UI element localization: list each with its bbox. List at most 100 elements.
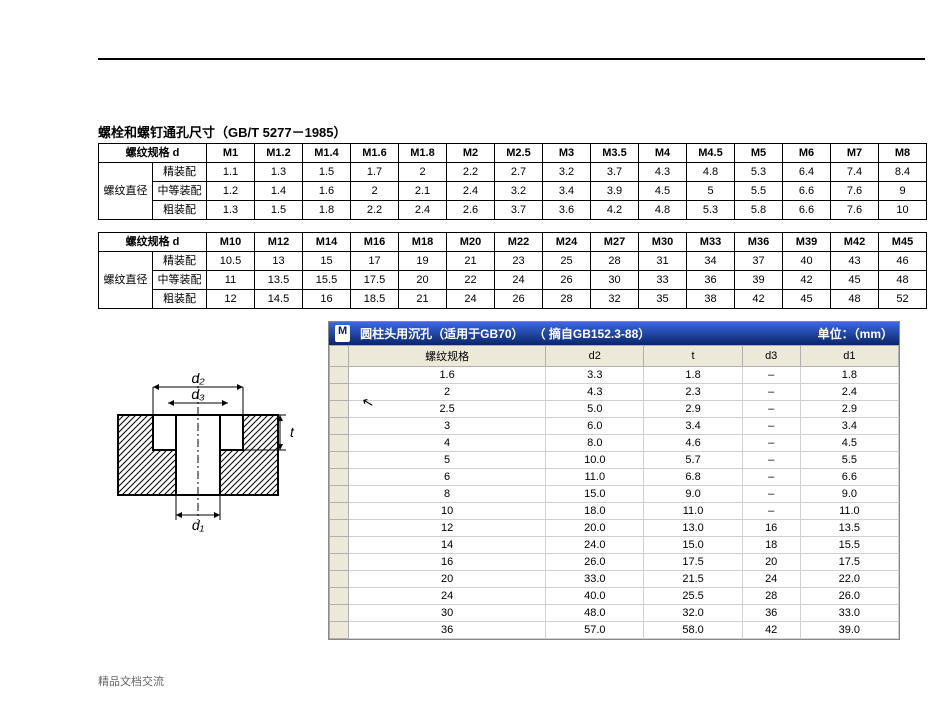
grid-cell: 58.0 (644, 622, 742, 639)
t2-head-label: 螺纹规格 d (99, 233, 207, 252)
t2-col: M12 (255, 233, 303, 252)
grid-cell: 6.8 (644, 469, 742, 486)
t1-col: M3.5 (591, 144, 639, 163)
t2-col: M20 (447, 233, 495, 252)
t2-col: M18 (399, 233, 447, 252)
grid-cell: 17.5 (644, 554, 742, 571)
grid-row-gutter (330, 622, 349, 639)
t2-cell: 42 (735, 290, 783, 309)
t1-cell: 5 (687, 182, 735, 201)
t2-row-label: 粗装配 (153, 290, 207, 309)
grid-cell: 42 (742, 622, 800, 639)
panel-titlebar: M 圆柱头用沉孔（适用于GB70） （ 摘自GB152.3-88） 单位：（mm… (329, 322, 899, 345)
t1-cell: 6.6 (783, 182, 831, 201)
t2-cell: 13 (255, 252, 303, 271)
grid-cell: 3.4 (800, 418, 898, 435)
t2-cell: 36 (687, 271, 735, 290)
grid-cell: 16 (349, 554, 546, 571)
t1-cell: 4.2 (591, 201, 639, 220)
grid-header: 螺纹规格 (349, 346, 546, 367)
t1-col: M6 (783, 144, 831, 163)
t2-cell: 30 (591, 271, 639, 290)
t1-cell: 3.2 (495, 182, 543, 201)
t1-row-label: 精装配 (153, 163, 207, 182)
t2-cell: 10.5 (207, 252, 255, 271)
t2-cell: 12 (207, 290, 255, 309)
t1-cell: 6.6 (783, 201, 831, 220)
grid-cell: – (742, 367, 800, 384)
grid-corner (330, 346, 349, 367)
t2-cell: 48 (831, 290, 879, 309)
table-row: 2.55.02.9–2.9 (330, 401, 899, 418)
t1-col: M5 (735, 144, 783, 163)
t1-col: M7 (831, 144, 879, 163)
grid-cell: 6 (349, 469, 546, 486)
t2-cell: 38 (687, 290, 735, 309)
grid-header: d1 (800, 346, 898, 367)
t2-col: M30 (639, 233, 687, 252)
t2-col: M42 (831, 233, 879, 252)
t2-cell: 26 (495, 290, 543, 309)
t1-cell: 1.5 (303, 163, 351, 182)
t2-cell: 25 (543, 252, 591, 271)
grid-cell: 5.7 (644, 452, 742, 469)
grid-cell: 10.0 (546, 452, 644, 469)
grid-cell: 8.0 (546, 435, 644, 452)
grid-cell: 21.5 (644, 571, 742, 588)
grid-cell: 18.0 (546, 503, 644, 520)
t2-cell: 21 (399, 290, 447, 309)
page-title: 螺栓和螺钉通孔尺寸（GB/T 5277－1985） (98, 122, 925, 141)
t1-cell: 5.8 (735, 201, 783, 220)
t2-cell: 32 (591, 290, 639, 309)
grid-cell: 39.0 (800, 622, 898, 639)
grid-cell: – (742, 452, 800, 469)
grid-row-gutter (330, 503, 349, 520)
grid-cell: 20.0 (546, 520, 644, 537)
grid-cell: 2.9 (644, 401, 742, 418)
t1-cell: 3.9 (591, 182, 639, 201)
t2-cell: 23 (495, 252, 543, 271)
grid-cell: 22.0 (800, 571, 898, 588)
grid-cell: 24.0 (546, 537, 644, 554)
grid-cell: 24 (742, 571, 800, 588)
t1-cell: 3.7 (495, 201, 543, 220)
t1-cell: 1.4 (255, 182, 303, 201)
grid-cell: – (742, 435, 800, 452)
t1-row-label: 粗装配 (153, 201, 207, 220)
dim-d3: d₃ (191, 386, 205, 402)
grid-cell: 20 (349, 571, 546, 588)
t2-cell: 11 (207, 271, 255, 290)
table-row: 1626.017.52017.5 (330, 554, 899, 571)
t1-cell: 1.2 (207, 182, 255, 201)
t2-cell: 37 (735, 252, 783, 271)
dim-d1: d₁ (192, 517, 205, 533)
grid-cell: 1.6 (349, 367, 546, 384)
grid-cell: 11.0 (546, 469, 644, 486)
table-row: 2440.025.52826.0 (330, 588, 899, 605)
t1-cell: 1.7 (351, 163, 399, 182)
dim-t: t (290, 424, 295, 440)
grid-cell: 2.4 (800, 384, 898, 401)
t2-cell: 21 (447, 252, 495, 271)
t2-col: M33 (687, 233, 735, 252)
grid-cell: 18 (742, 537, 800, 554)
grid-cell: 3 (349, 418, 546, 435)
t2-cell: 16 (303, 290, 351, 309)
t1-cell: 4.3 (639, 163, 687, 182)
grid-cell: 5.5 (800, 452, 898, 469)
grid-cell: 2 (349, 384, 546, 401)
t1-cell: 2 (351, 182, 399, 201)
counterbore-diagram: d₂ d₃ t d₁ (98, 321, 308, 538)
grid-cell: 26.0 (800, 588, 898, 605)
grid-cell: 36 (742, 605, 800, 622)
t2-cell: 20 (399, 271, 447, 290)
table-row: 48.04.6–4.5 (330, 435, 899, 452)
grid-cell: 3.3 (546, 367, 644, 384)
grid-header: d2 (546, 346, 644, 367)
t1-cell: 4.8 (687, 163, 735, 182)
t1-cell: 8.4 (879, 163, 927, 182)
grid-cell: 33.0 (800, 605, 898, 622)
grid-cell: 17.5 (800, 554, 898, 571)
grid-cell: 25.5 (644, 588, 742, 605)
grid-cell: – (742, 486, 800, 503)
